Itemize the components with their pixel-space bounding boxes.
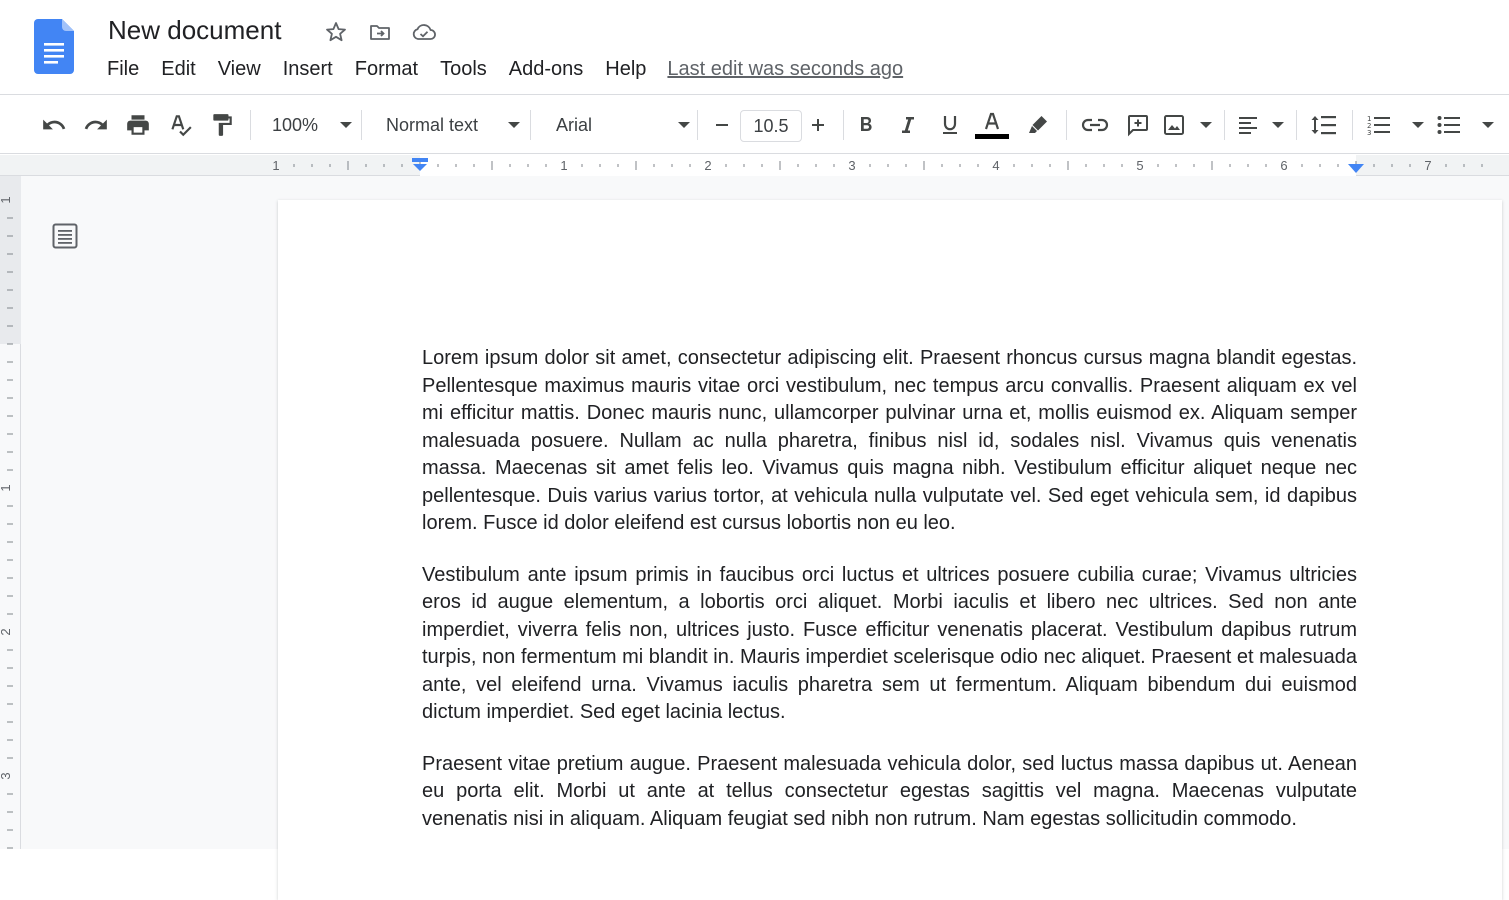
svg-text:3: 3	[1367, 129, 1371, 137]
chevron-down-icon	[340, 122, 352, 128]
ruler-label: 3	[848, 158, 855, 173]
star-icon[interactable]	[322, 18, 350, 46]
align-button[interactable]	[1236, 106, 1286, 144]
chevron-down-icon	[1272, 122, 1284, 128]
bulleted-list-icon	[1437, 116, 1460, 134]
paragraph-style-select[interactable]: Normal text	[374, 106, 520, 144]
paint-format-icon[interactable]	[204, 106, 240, 144]
toolbar-separator	[697, 110, 698, 140]
numbered-list-button[interactable]: 123	[1366, 106, 1426, 144]
toolbar-separator	[1296, 110, 1297, 140]
bold-icon	[861, 117, 872, 131]
vertical-ruler[interactable]: 1 1 2 3	[0, 176, 21, 849]
menu-file[interactable]: File	[96, 56, 150, 83]
right-indent-marker[interactable]	[1346, 163, 1366, 175]
vertical-ruler-label: 1	[0, 196, 13, 203]
underline-button[interactable]	[932, 106, 968, 144]
vertical-ruler-label: 2	[0, 628, 13, 635]
toolbar-separator	[1066, 110, 1067, 140]
chevron-down-icon	[1482, 122, 1494, 128]
google-docs-icon[interactable]	[34, 19, 74, 74]
minus-icon	[716, 124, 728, 126]
vertical-ruler-ticks: 1 1 2 3	[0, 196, 13, 849]
zoom-value: 100%	[272, 114, 319, 135]
paragraph[interactable]: Vestibulum ante ipsum primis in faucibus…	[422, 562, 1357, 727]
increase-font-size-button[interactable]	[802, 106, 834, 144]
menu-format[interactable]: Format	[344, 56, 429, 83]
paragraph-style-value: Normal text	[386, 114, 479, 135]
folder-move-icon[interactable]	[366, 18, 394, 46]
link-icon	[1081, 118, 1109, 132]
font-select[interactable]: Arial	[544, 106, 690, 144]
chevron-down-icon	[1200, 122, 1212, 128]
zoom-select[interactable]: 100%	[262, 106, 352, 144]
add-comment-icon	[1128, 115, 1148, 137]
chevron-down-icon	[1412, 122, 1424, 128]
app-header: New document File Edit View Insert Forma…	[0, 0, 1509, 95]
insert-image-button[interactable]	[1162, 106, 1216, 144]
document-body[interactable]: Lorem ipsum dolor sit amet, consectetur …	[422, 345, 1357, 857]
menu-tools[interactable]: Tools	[429, 56, 498, 83]
redo-icon[interactable]	[78, 106, 114, 144]
menu-bar: File Edit View Insert Format Tools Add-o…	[96, 56, 903, 83]
chevron-down-icon	[678, 122, 690, 128]
highlighter-icon	[1029, 116, 1047, 133]
align-left-icon	[1239, 117, 1257, 134]
add-comment-button[interactable]	[1120, 106, 1156, 144]
line-spacing-icon	[1311, 116, 1336, 135]
ruler-label: 4	[992, 158, 999, 173]
italic-icon	[902, 117, 914, 133]
decrease-font-size-button[interactable]	[706, 106, 738, 144]
menu-help[interactable]: Help	[594, 56, 657, 83]
line-spacing-button[interactable]	[1306, 106, 1342, 144]
insert-link-button[interactable]	[1076, 106, 1114, 144]
highlight-color-button[interactable]	[1020, 106, 1056, 144]
menu-insert[interactable]: Insert	[272, 56, 344, 83]
font-size-value: 10.5	[753, 115, 789, 136]
cloud-check-icon[interactable]	[410, 18, 438, 46]
toolbar-separator	[1352, 110, 1353, 140]
vertical-ruler-label: 3	[0, 772, 13, 779]
menu-add-ons[interactable]: Add-ons	[498, 56, 595, 83]
ruler-label: 1	[272, 158, 279, 173]
toolbar-separator	[843, 110, 844, 140]
horizontal-ruler[interactable]: 1 1 2 3 4 5 6 7	[0, 155, 1509, 176]
numbered-list-icon: 123	[1367, 115, 1390, 137]
last-edit-link[interactable]: Last edit was seconds ago	[667, 58, 903, 81]
paragraph[interactable]: Praesent vitae pretium augue. Praesent m…	[422, 751, 1357, 834]
toolbar-separator	[1224, 110, 1225, 140]
spell-check-icon[interactable]	[162, 106, 198, 144]
ruler-label: 5	[1136, 158, 1143, 173]
menu-edit[interactable]: Edit	[150, 56, 206, 83]
undo-icon[interactable]	[36, 106, 72, 144]
left-indent-marker[interactable]	[410, 157, 430, 173]
plus-icon	[812, 119, 824, 131]
ruler-label: 1	[560, 158, 567, 173]
toolbar-separator	[530, 110, 531, 140]
image-icon	[1164, 115, 1184, 135]
bold-button[interactable]	[848, 106, 884, 144]
text-color-swatch	[975, 134, 1009, 139]
text-color-button[interactable]	[974, 106, 1010, 144]
italic-button[interactable]	[890, 106, 926, 144]
font-value: Arial	[556, 114, 593, 135]
ruler-label: 2	[704, 158, 711, 173]
ruler-ticks: 1 1 2 3 4 5 6 7	[272, 158, 1483, 173]
text-color-icon	[984, 112, 1000, 130]
bulleted-list-button[interactable]	[1436, 106, 1496, 144]
document-outline-icon[interactable]	[52, 223, 78, 249]
toolbar-separator	[361, 110, 362, 140]
ruler-label: 7	[1424, 158, 1431, 173]
toolbar-separator	[250, 110, 251, 140]
underline-icon	[943, 116, 957, 134]
paragraph[interactable]: Lorem ipsum dolor sit amet, consectetur …	[422, 345, 1357, 538]
chevron-down-icon	[508, 122, 520, 128]
document-title[interactable]: New document	[108, 15, 281, 46]
print-icon[interactable]	[120, 106, 156, 144]
font-size-input[interactable]: 10.5	[740, 110, 802, 142]
ruler-label: 6	[1280, 158, 1287, 173]
vertical-ruler-label: 1	[0, 484, 13, 491]
menu-view[interactable]: View	[207, 56, 272, 83]
